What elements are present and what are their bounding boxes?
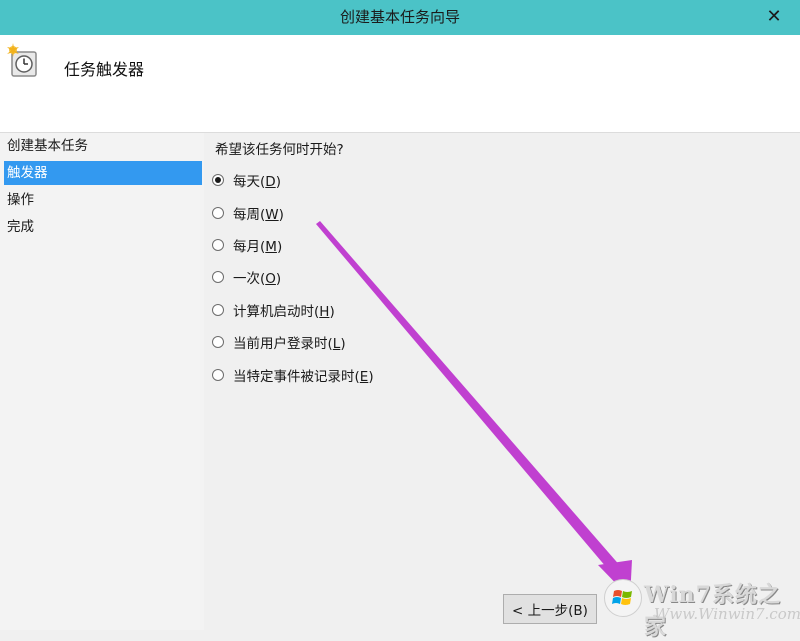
option-hotkey: O bbox=[265, 271, 276, 287]
option-text-close: ) bbox=[275, 271, 282, 287]
windows-logo-icon bbox=[604, 579, 642, 617]
radio-label: 当前用户登录时(L) bbox=[233, 332, 346, 352]
radio-option-once[interactable]: 一次(O) bbox=[212, 267, 281, 287]
option-text-close: ) bbox=[275, 174, 281, 190]
radio-button[interactable] bbox=[212, 304, 224, 316]
sidebar-item-trigger[interactable]: 触发器 bbox=[4, 161, 202, 185]
radio-button[interactable] bbox=[212, 174, 224, 186]
sidebar-item-action[interactable]: 操作 bbox=[4, 188, 202, 212]
trigger-options-panel: 希望该任务何时开始? 每天(D) 每周(W) 每月(M) 一次(O) 计算机启动… bbox=[204, 133, 800, 630]
radio-label: 计算机启动时(H) bbox=[233, 300, 335, 320]
option-text: 一次( bbox=[233, 271, 266, 287]
radio-label: 当特定事件被记录时(E) bbox=[233, 365, 374, 385]
radio-option-weekly[interactable]: 每周(W) bbox=[212, 203, 284, 223]
option-hotkey: W bbox=[265, 207, 279, 223]
radio-label: 每周(W) bbox=[233, 203, 284, 223]
option-text-close: ) bbox=[329, 304, 335, 320]
option-text: 每周( bbox=[233, 207, 266, 223]
sidebar-item-finish[interactable]: 完成 bbox=[4, 215, 202, 239]
page-title: 任务触发器 bbox=[64, 60, 145, 79]
radio-option-user-logon[interactable]: 当前用户登录时(L) bbox=[212, 332, 346, 352]
radio-button[interactable] bbox=[212, 239, 224, 251]
option-text: 每天( bbox=[233, 174, 266, 190]
wizard-steps-sidebar: 创建基本任务 触发器 操作 完成 bbox=[0, 133, 204, 630]
radio-button[interactable] bbox=[212, 336, 224, 348]
option-text-close: ) bbox=[368, 369, 374, 385]
sidebar-item-create-basic-task[interactable]: 创建基本任务 bbox=[4, 134, 202, 158]
radio-label: 一次(O) bbox=[233, 267, 281, 287]
option-text: 每月( bbox=[233, 239, 266, 255]
wizard-header: 任务触发器 bbox=[0, 35, 800, 133]
radio-option-daily[interactable]: 每天(D) bbox=[212, 170, 281, 190]
option-text: 当前用户登录时( bbox=[233, 336, 333, 352]
option-hotkey: M bbox=[265, 239, 277, 255]
option-hotkey: D bbox=[265, 174, 276, 190]
radio-option-monthly[interactable]: 每月(M) bbox=[212, 235, 282, 255]
previous-button[interactable]: < 上一步(B) bbox=[503, 594, 597, 624]
radio-button[interactable] bbox=[212, 207, 224, 219]
radio-label: 每天(D) bbox=[233, 170, 281, 190]
option-hotkey: H bbox=[319, 304, 330, 320]
radio-button[interactable] bbox=[212, 369, 224, 381]
option-text-close: ) bbox=[276, 239, 283, 255]
radio-option-event-logged[interactable]: 当特定事件被记录时(E) bbox=[212, 365, 374, 385]
task-clock-icon bbox=[7, 43, 37, 77]
radio-label: 每月(M) bbox=[233, 235, 282, 255]
radio-option-computer-start[interactable]: 计算机启动时(H) bbox=[212, 300, 335, 320]
title-bar: 创建基本任务向导 ✕ bbox=[0, 0, 800, 35]
option-text: 计算机启动时( bbox=[233, 304, 320, 320]
option-text-close: ) bbox=[340, 336, 346, 352]
trigger-question-label: 希望该任务何时开始? bbox=[215, 142, 344, 158]
radio-button[interactable] bbox=[212, 271, 224, 283]
window-title: 创建基本任务向导 bbox=[339, 8, 460, 26]
option-text: 当特定事件被记录时( bbox=[233, 369, 360, 385]
option-text-close: ) bbox=[278, 207, 284, 223]
watermark-url: Www.Winwin7.com bbox=[654, 605, 800, 623]
site-watermark: Win7系统之家 Www.Winwin7.com bbox=[596, 565, 800, 640]
close-icon[interactable]: ✕ bbox=[762, 6, 786, 28]
